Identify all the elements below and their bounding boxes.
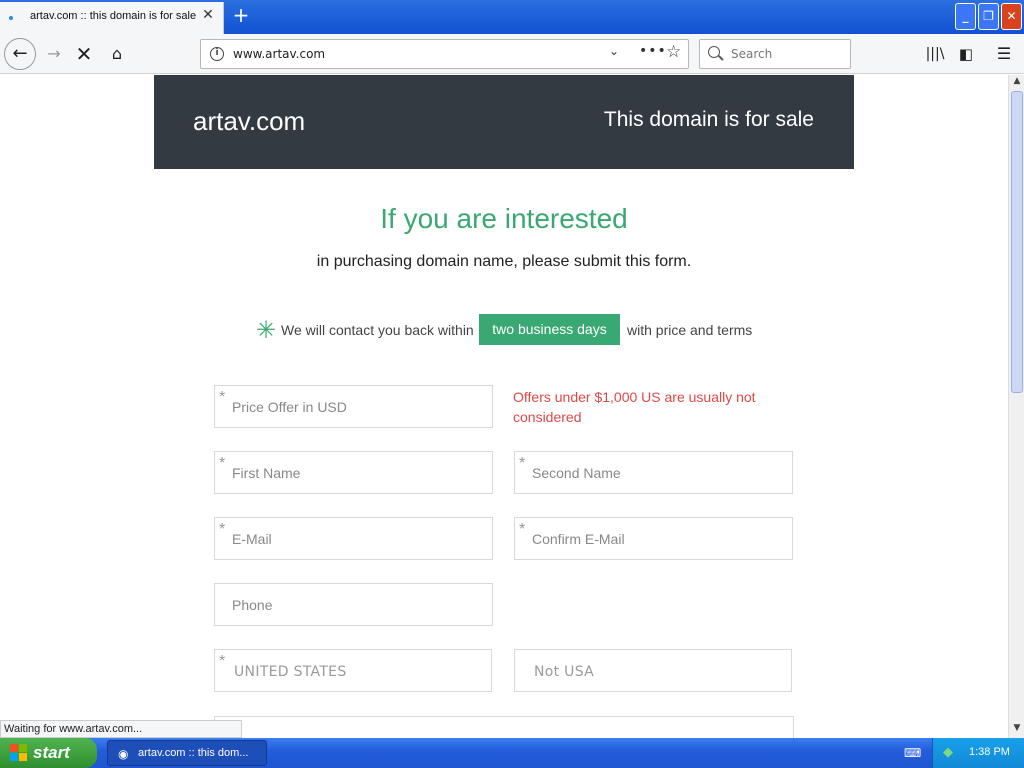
browser-icon: ◉	[118, 747, 129, 761]
info-icon[interactable]: i	[210, 47, 224, 61]
confirm-email-field[interactable]: *	[514, 517, 793, 560]
price-offer-input[interactable]	[232, 398, 482, 416]
first-name-field[interactable]: *	[214, 451, 493, 494]
confirm-email-input[interactable]	[532, 530, 782, 548]
scroll-thumb[interactable]	[1011, 91, 1023, 393]
required-asterisk-icon: *	[219, 521, 226, 538]
scroll-down-arrow-icon[interactable]: ▼	[1011, 723, 1023, 737]
url-text[interactable]: www.artav.com	[233, 47, 325, 61]
taskbar-item-label: artav.com :: this dom...	[138, 747, 249, 759]
email-input[interactable]	[232, 530, 482, 548]
phone-input[interactable]	[232, 596, 482, 614]
country-value: UNITED STATES	[234, 664, 347, 680]
page-actions-icon[interactable]: •••	[639, 43, 667, 59]
status-text: Waiting for www.artav.com...	[0, 720, 242, 738]
email-field[interactable]: *	[214, 517, 493, 560]
price-offer-field[interactable]: *	[214, 385, 493, 428]
windows-logo-icon	[10, 744, 28, 762]
required-asterisk-icon: *	[519, 521, 526, 538]
required-asterisk-icon: *	[219, 455, 226, 472]
taskbar: start ◉ artav.com :: this dom... ⌨ ◆ 1:3…	[0, 738, 1024, 768]
address-bar[interactable]: i www.artav.com ⌄ ••• ☆	[200, 39, 689, 69]
phone-field[interactable]	[214, 583, 493, 626]
second-name-input[interactable]	[532, 464, 782, 482]
minimize-button[interactable]: _	[955, 3, 976, 30]
system-tray: ◆ 1:38 PM	[932, 738, 1024, 768]
chevron-down-icon[interactable]: ⌄	[609, 44, 619, 58]
keyboard-icon[interactable]: ⌨	[904, 746, 921, 760]
page-title: If you are interested	[380, 203, 628, 234]
asterisk-icon: ✳	[256, 317, 277, 344]
state-select[interactable]: Not USA	[514, 649, 792, 692]
sale-heading: This domain is for sale	[603, 108, 814, 131]
required-asterisk-icon: *	[219, 389, 226, 406]
second-name-field[interactable]: *	[514, 451, 793, 494]
site-header: artav.com This domain is for sale	[154, 75, 854, 169]
tab-title: artav.com :: this domain is for sale	[30, 10, 197, 22]
home-button[interactable]: ⌂	[104, 40, 130, 68]
scroll-up-arrow-icon[interactable]: ▲	[1011, 76, 1023, 90]
search-icon	[708, 46, 720, 58]
tab-strip: artav.com :: this domain is for sale ✕ +…	[0, 0, 1024, 34]
page-viewport: artav.com This domain is for sale If you…	[0, 75, 1008, 738]
search-placeholder[interactable]: Search	[731, 47, 772, 61]
contact-text-before: We will contact you back within	[281, 322, 474, 338]
offer-warning: Offers under $1,000 US are usually not c…	[513, 389, 756, 425]
start-button[interactable]: start	[0, 738, 97, 768]
page-subtitle: in purchasing domain name, please submit…	[316, 253, 692, 270]
browser-tab[interactable]: artav.com :: this domain is for sale ✕	[0, 2, 224, 34]
forward-button[interactable]: →	[42, 40, 66, 68]
contact-badge: two business days	[479, 314, 620, 345]
sidebar-icon[interactable]: ◧	[955, 40, 977, 68]
page-scrollbar[interactable]: ▲ ▼	[1008, 75, 1024, 738]
back-button[interactable]: ←	[4, 38, 36, 70]
hamburger-menu-icon[interactable]: ☰	[993, 40, 1015, 68]
loading-icon	[9, 16, 13, 20]
start-label: start	[33, 743, 70, 762]
taskbar-item-browser[interactable]: ◉ artav.com :: this dom...	[107, 740, 267, 766]
first-name-input[interactable]	[232, 464, 482, 482]
close-tab-icon[interactable]: ✕	[200, 7, 216, 23]
network-icon[interactable]: ◆	[943, 745, 953, 760]
navigation-toolbar: ← → ✕ ⌂ i www.artav.com ⌄ ••• ☆ Search |…	[0, 34, 1024, 74]
required-asterisk-icon: *	[519, 455, 526, 472]
site-logo[interactable]: artav.com	[193, 106, 305, 137]
stop-button[interactable]: ✕	[72, 40, 96, 68]
message-field[interactable]	[214, 716, 794, 738]
contact-text-after: with price and terms	[627, 322, 753, 338]
library-icon[interactable]: |||\	[924, 40, 946, 68]
required-asterisk-icon: *	[219, 653, 226, 670]
country-select[interactable]: * UNITED STATES	[214, 649, 492, 692]
new-tab-button[interactable]: +	[231, 3, 251, 27]
close-window-button[interactable]: ✕	[1001, 3, 1022, 30]
state-value: Not USA	[534, 664, 595, 680]
clock[interactable]: 1:38 PM	[969, 746, 1010, 758]
search-bar[interactable]: Search	[699, 39, 851, 69]
maximize-button[interactable]: ❐	[978, 3, 999, 30]
bookmark-star-icon[interactable]: ☆	[666, 42, 681, 62]
